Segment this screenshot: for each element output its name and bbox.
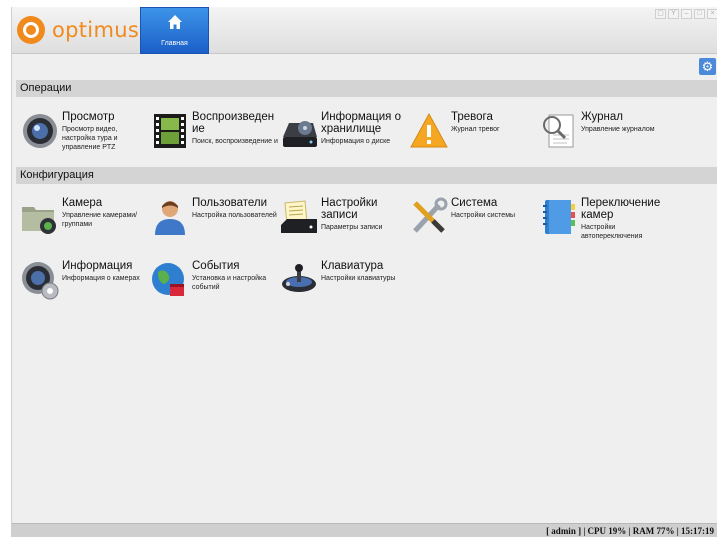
joystick-icon xyxy=(282,264,316,292)
logo-text: optimus xyxy=(52,18,140,42)
tile-description: Информация о камерах xyxy=(62,275,140,282)
tile-alarm[interactable]: Тревога Журнал тревог xyxy=(409,111,537,163)
tile-title: Пользователи xyxy=(192,197,268,209)
tile-information[interactable]: Информация Информация о камерах xyxy=(20,260,148,312)
top-bar: optimus Главная ▢ Y – □ × xyxy=(12,7,717,54)
tile-record-settings-text: Настройки записи Параметры записи xyxy=(321,197,407,232)
camera-folder-icon xyxy=(22,207,56,234)
section-operations: Операции xyxy=(16,80,717,97)
tile-description: Настройки автопереключения xyxy=(581,224,643,240)
tab-home[interactable]: Главная xyxy=(140,7,209,54)
tile-view[interactable]: Просмотр Просмотр видео, настройка тура … xyxy=(20,111,148,163)
lock-icon[interactable]: ▢ xyxy=(655,9,666,19)
tile-keyboard[interactable]: Клавиатура Настройки клавиатуры xyxy=(279,260,407,312)
recording-settings-icon xyxy=(281,200,317,233)
tile-title: Журнал xyxy=(581,111,623,123)
close-icon[interactable]: × xyxy=(707,9,717,19)
tile-alarm-text: Тревога Журнал тревог xyxy=(451,111,537,134)
tile-storage-info-text: Информация о хранилище Информация о диск… xyxy=(321,111,407,146)
tile-record-settings[interactable]: Настройки записи Параметры записи xyxy=(279,197,407,249)
tile-users-text: Пользователи Настройка пользователей xyxy=(192,197,278,220)
tile-description: Поиск, воспроизведение и xyxy=(192,138,278,145)
tile-title: Система xyxy=(451,197,498,209)
tile-description: Просмотр видео, настройка тура и управле… xyxy=(62,126,118,151)
tile-description: Параметры записи xyxy=(321,224,383,231)
warning-icon xyxy=(410,112,448,148)
tile-view-text: Просмотр Просмотр видео, настройка тура … xyxy=(62,111,148,152)
notebook-icon xyxy=(543,200,575,234)
tile-description: Управление журналом xyxy=(581,126,655,133)
tile-title: Информация xyxy=(62,260,133,272)
tile-events[interactable]: События Установка и настройка событий xyxy=(150,260,278,312)
tile-title: Воспроизведен ие xyxy=(192,111,275,135)
logo: optimus xyxy=(17,15,139,45)
tile-playback-text: Воспроизведен ие Поиск, воспроизведение … xyxy=(192,111,278,146)
tile-events-text: События Установка и настройка событий xyxy=(192,260,278,292)
tile-playback[interactable]: Воспроизведен ие Поиск, воспроизведение … xyxy=(150,111,278,163)
tile-camera-text: Камера Управление камерами/группами xyxy=(62,197,148,229)
tools-icon xyxy=(413,197,448,233)
film-strip-icon xyxy=(154,114,186,148)
user-icon xyxy=(155,201,185,235)
tile-description: Информация о диске xyxy=(321,138,391,145)
optimus-logo-icon xyxy=(17,16,45,44)
tile-title: События xyxy=(192,260,240,272)
home-icon xyxy=(168,15,182,29)
tile-title: Камера xyxy=(62,197,103,209)
section-configuration: Конфигурация xyxy=(16,167,717,184)
tab-home-label: Главная xyxy=(161,40,188,47)
tile-information-text: Информация Информация о камерах xyxy=(62,260,148,283)
tile-title: Тревога xyxy=(451,111,493,123)
tile-log[interactable]: Журнал Управление журналом xyxy=(539,111,667,163)
status-bar: [ admin ] | CPU 19% | RAM 77% | 15:17:19 xyxy=(12,523,717,537)
tile-title: Информация о хранилище xyxy=(321,111,402,135)
tile-log-text: Журнал Управление журналом xyxy=(581,111,667,134)
tile-description: Настройки системы xyxy=(451,212,516,219)
tile-title: Настройки записи xyxy=(321,197,378,221)
camera-lens-icon xyxy=(23,114,57,148)
tile-camera[interactable]: Камера Управление камерами/группами xyxy=(20,197,148,249)
restart-icon[interactable]: Y xyxy=(668,9,679,19)
status-text: [ admin ] | CPU 19% | RAM 77% | 15:17:19 xyxy=(546,526,714,536)
tile-description: Настройки клавиатуры xyxy=(321,275,396,282)
tile-title: Переключение камер xyxy=(581,197,661,221)
tile-storage-info[interactable]: Информация о хранилище Информация о диск… xyxy=(279,111,407,163)
tile-title: Клавиатура xyxy=(321,260,384,272)
hard-drive-icon xyxy=(283,121,317,147)
tile-title: Просмотр xyxy=(62,111,115,123)
settings-gear-icon[interactable]: ⚙ xyxy=(699,58,716,75)
tile-description: Журнал тревог xyxy=(451,126,500,133)
maximize-icon[interactable]: □ xyxy=(694,9,705,19)
window-controls: ▢ Y – □ × xyxy=(655,9,717,19)
tile-users[interactable]: Пользователи Настройка пользователей xyxy=(150,197,278,249)
main-window: optimus Главная ▢ Y – □ × ⚙ Операции Про… xyxy=(11,7,717,537)
tile-camera-switching[interactable]: Переключение камер Настройки автопереклю… xyxy=(539,197,667,249)
tile-system[interactable]: Система Настройки системы xyxy=(409,197,537,249)
tile-description: Управление камерами/группами xyxy=(62,212,138,228)
tile-keyboard-text: Клавиатура Настройки клавиатуры xyxy=(321,260,407,283)
tile-system-text: Система Настройки системы xyxy=(451,197,537,220)
tile-camera-switching-text: Переключение камер Настройки автопереклю… xyxy=(581,197,667,241)
minimize-icon[interactable]: – xyxy=(681,9,692,19)
tile-description: Настройка пользователей xyxy=(192,212,277,219)
tile-description: Установка и настройка событий xyxy=(192,275,267,291)
magnifier-document-icon xyxy=(543,114,574,148)
globe-events-icon xyxy=(152,263,184,296)
camera-info-icon xyxy=(22,262,59,300)
